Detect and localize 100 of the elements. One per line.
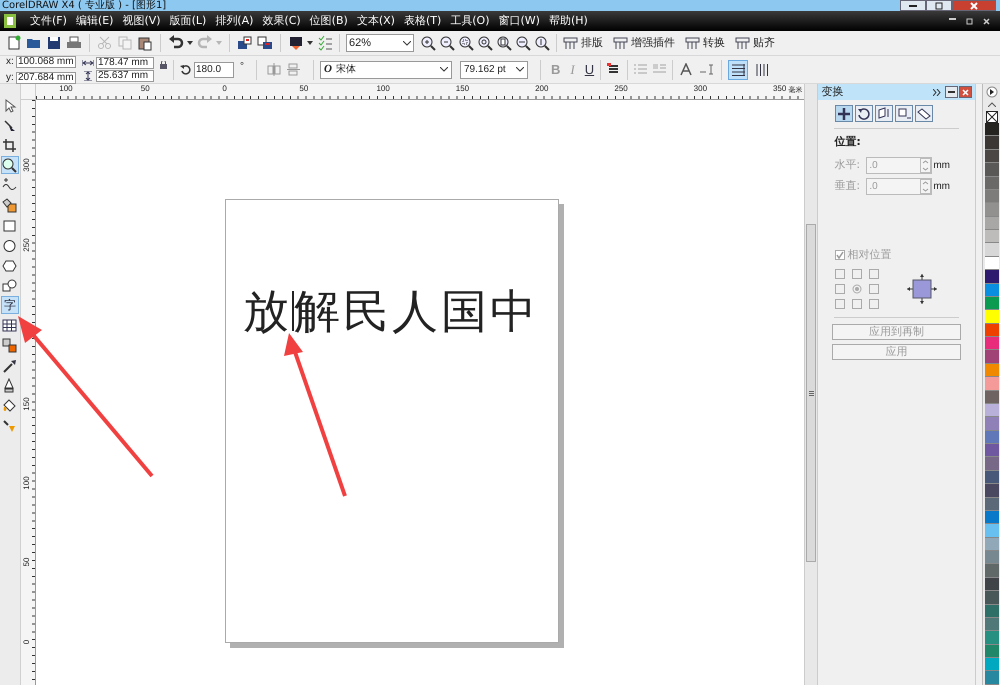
spinner-icon[interactable] xyxy=(920,158,932,172)
palette-menu-icon[interactable] xyxy=(986,86,998,98)
color-swatch[interactable] xyxy=(984,324,998,337)
color-swatch[interactable] xyxy=(984,524,998,538)
color-swatch[interactable] xyxy=(984,256,998,270)
tool-button[interactable] xyxy=(0,156,19,174)
menu-item[interactable]: 位图(B) xyxy=(310,12,348,30)
text-format-icon[interactable] xyxy=(679,63,694,76)
vertical-scrollbar[interactable] xyxy=(804,84,818,685)
color-swatch[interactable] xyxy=(984,243,998,257)
docker-tab[interactable] xyxy=(855,105,874,122)
color-swatch[interactable] xyxy=(984,270,998,284)
color-swatch[interactable] xyxy=(984,470,998,484)
docker-tab[interactable] xyxy=(915,105,934,122)
color-swatch[interactable] xyxy=(984,190,998,204)
color-swatch[interactable] xyxy=(984,310,998,324)
width-field[interactable]: 178.47 mm xyxy=(96,57,154,69)
close-button[interactable] xyxy=(959,86,972,98)
close-icon[interactable] xyxy=(983,18,990,24)
docker-tab[interactable] xyxy=(835,105,854,122)
color-swatch[interactable] xyxy=(984,658,998,672)
zoom-dropdown[interactable]: 62% xyxy=(346,34,414,52)
new-document-icon[interactable] xyxy=(6,35,22,51)
caret-icon[interactable] xyxy=(187,41,193,45)
paste-icon[interactable] xyxy=(137,35,153,51)
color-swatch[interactable] xyxy=(984,284,998,297)
toolbar-menu-button[interactable]: 增强插件 xyxy=(613,34,679,52)
minimize-icon[interactable] xyxy=(949,18,956,20)
color-swatch[interactable] xyxy=(984,618,998,632)
menu-item[interactable]: 文本(X) xyxy=(356,12,395,30)
color-swatch[interactable] xyxy=(984,444,998,458)
color-swatch[interactable] xyxy=(984,417,998,431)
color-swatch[interactable] xyxy=(984,377,998,390)
color-swatch[interactable] xyxy=(984,591,998,604)
color-swatch[interactable] xyxy=(984,203,998,217)
checklist-icon[interactable] xyxy=(317,35,333,51)
undo-icon[interactable] xyxy=(168,35,184,51)
menu-item[interactable]: 排列(A) xyxy=(215,12,254,30)
color-swatch[interactable] xyxy=(984,644,998,658)
color-swatch[interactable] xyxy=(984,498,998,511)
color-swatch[interactable] xyxy=(984,216,998,230)
menu-item[interactable]: 表格(T) xyxy=(404,12,442,30)
toolbar-menu-button[interactable]: 转换 xyxy=(685,34,729,52)
zoom-width-icon[interactable] xyxy=(516,36,531,50)
tool-button[interactable]: 字 xyxy=(0,296,19,314)
toolbar-menu-button[interactable]: 贴齐 xyxy=(735,34,779,52)
menu-item[interactable]: 视图(V) xyxy=(122,12,161,30)
color-swatch[interactable] xyxy=(984,404,998,418)
checkbox[interactable] xyxy=(835,250,846,260)
minimize-button[interactable] xyxy=(900,0,926,11)
menu-item[interactable]: 编辑(E) xyxy=(76,12,114,30)
color-swatch[interactable] xyxy=(984,510,998,524)
color-swatch[interactable] xyxy=(984,631,998,645)
zoom-height-icon[interactable] xyxy=(535,36,550,50)
save-icon[interactable] xyxy=(46,35,62,51)
edit-text-icon[interactable] xyxy=(699,64,716,75)
color-swatch[interactable] xyxy=(984,457,998,471)
color-swatch[interactable] xyxy=(984,163,998,176)
color-swatch[interactable] xyxy=(984,484,998,498)
color-swatch[interactable] xyxy=(984,390,998,404)
color-swatch[interactable] xyxy=(984,364,998,378)
docker-tab[interactable] xyxy=(895,105,914,122)
rotation-field[interactable]: 180.0 xyxy=(194,62,234,78)
scroll-up-icon[interactable] xyxy=(988,102,996,107)
x-field[interactable]: 100.068 mm xyxy=(16,56,76,68)
minimize-button[interactable] xyxy=(945,86,958,98)
menu-item[interactable]: 版面(L) xyxy=(170,12,206,30)
drawing-canvas[interactable]: 放解民人国中 xyxy=(36,100,804,685)
color-swatch[interactable] xyxy=(984,296,998,310)
zoom-in-icon[interactable] xyxy=(421,36,436,50)
restore-icon[interactable] xyxy=(966,18,973,24)
height-field[interactable]: 25.637 mm xyxy=(96,70,154,82)
no-color-swatch[interactable] xyxy=(986,111,998,123)
color-swatch[interactable] xyxy=(984,538,998,551)
menu-item[interactable]: 文件(F) xyxy=(30,12,67,30)
font-size-dropdown[interactable]: 79.162 pt xyxy=(460,60,528,78)
text-orientation-button[interactable] xyxy=(728,60,748,80)
tool-button[interactable] xyxy=(0,336,19,354)
export-icon[interactable] xyxy=(257,35,273,51)
color-swatch[interactable] xyxy=(984,123,998,136)
close-button[interactable] xyxy=(952,0,996,11)
color-swatch[interactable] xyxy=(984,350,998,364)
zoom-out-icon[interactable] xyxy=(440,36,455,50)
import-icon[interactable] xyxy=(237,35,253,51)
color-swatch[interactable] xyxy=(984,671,998,685)
color-swatch[interactable] xyxy=(984,337,998,350)
printer-icon[interactable] xyxy=(66,35,82,51)
zoom-all-icon[interactable] xyxy=(478,36,493,50)
restore-button[interactable] xyxy=(926,0,952,11)
expand-icon[interactable] xyxy=(933,88,942,96)
color-swatch[interactable] xyxy=(984,136,998,150)
color-swatch[interactable] xyxy=(984,578,998,592)
spinner-icon[interactable] xyxy=(920,178,932,194)
zoom-selected-icon[interactable] xyxy=(459,36,474,50)
tool-button[interactable] xyxy=(0,196,19,214)
text-object[interactable]: 放解民人国中 xyxy=(242,284,558,338)
tool-button[interactable] xyxy=(0,136,19,154)
color-swatch[interactable] xyxy=(984,551,998,564)
color-swatch[interactable] xyxy=(984,230,998,244)
color-swatch[interactable] xyxy=(984,604,998,618)
